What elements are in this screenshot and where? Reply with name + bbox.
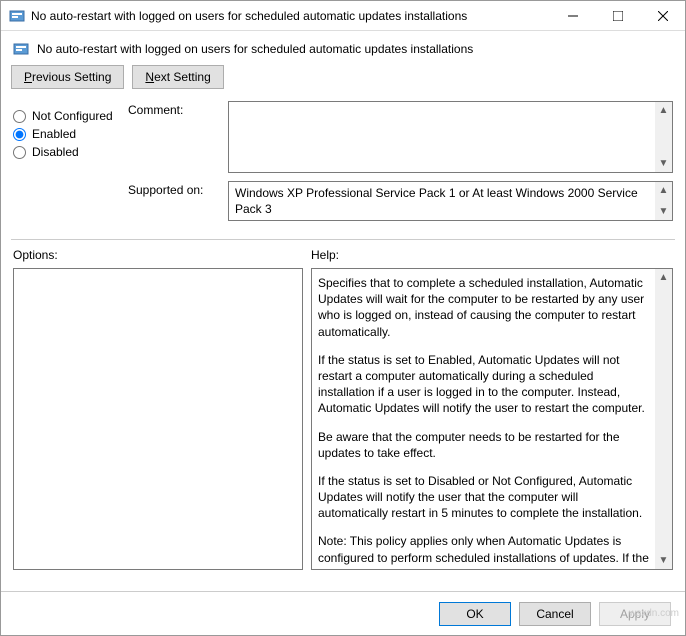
help-panel: Specifies that to complete a scheduled i… — [311, 268, 673, 570]
help-label: Help: — [311, 248, 673, 268]
help-scrollbar[interactable]: ▲ ▼ — [655, 269, 672, 569]
minimize-button[interactable] — [550, 1, 595, 30]
help-paragraph: Specifies that to complete a scheduled i… — [318, 275, 650, 340]
scroll-down-icon[interactable]: ▼ — [655, 552, 672, 569]
options-panel — [13, 268, 303, 570]
maximize-button[interactable] — [595, 1, 640, 30]
radio-disabled[interactable]: Disabled — [13, 145, 128, 159]
scroll-up-icon[interactable]: ▲ — [655, 269, 672, 286]
policy-icon — [13, 41, 29, 57]
radio-not-configured-label: Not Configured — [32, 109, 113, 123]
help-paragraph: Be aware that the computer needs to be r… — [318, 429, 650, 461]
supported-on-text: Windows XP Professional Service Pack 1 o… — [235, 186, 638, 216]
cancel-button[interactable]: Cancel — [519, 602, 591, 626]
help-paragraph: If the status is set to Disabled or Not … — [318, 473, 650, 522]
options-label: Options: — [13, 248, 303, 268]
scroll-up-icon[interactable]: ▲ — [655, 102, 672, 119]
policy-subtitle: No auto-restart with logged on users for… — [37, 42, 473, 56]
radio-not-configured-input[interactable] — [13, 110, 26, 123]
divider — [11, 239, 675, 240]
radio-not-configured[interactable]: Not Configured — [13, 109, 128, 123]
supported-label: Supported on: — [128, 181, 228, 221]
radio-disabled-label: Disabled — [32, 145, 79, 159]
comment-label: Comment: — [128, 101, 228, 173]
help-paragraph: If the status is set to Enabled, Automat… — [318, 352, 650, 417]
next-setting-button[interactable]: Next Setting — [132, 65, 223, 89]
previous-setting-button[interactable]: Previous Setting — [11, 65, 124, 89]
supported-scrollbar[interactable]: ▲ ▼ — [655, 182, 672, 220]
radio-enabled-input[interactable] — [13, 128, 26, 141]
supported-on-box: Windows XP Professional Service Pack 1 o… — [228, 181, 673, 221]
scroll-up-icon[interactable]: ▲ — [655, 182, 672, 199]
scroll-down-icon[interactable]: ▼ — [655, 203, 672, 220]
scroll-down-icon[interactable]: ▼ — [655, 155, 672, 172]
apply-button[interactable]: Apply — [599, 602, 671, 626]
radio-enabled[interactable]: Enabled — [13, 127, 128, 141]
comment-scrollbar[interactable]: ▲ ▼ — [655, 102, 672, 172]
close-button[interactable] — [640, 1, 685, 30]
help-paragraph: Note: This policy applies only when Auto… — [318, 533, 650, 565]
radio-disabled-input[interactable] — [13, 146, 26, 159]
window-title: No auto-restart with logged on users for… — [31, 9, 550, 23]
radio-enabled-label: Enabled — [32, 127, 76, 141]
ok-button[interactable]: OK — [439, 602, 511, 626]
comment-textarea[interactable]: ▲ ▼ — [228, 101, 673, 173]
app-icon — [9, 8, 25, 24]
